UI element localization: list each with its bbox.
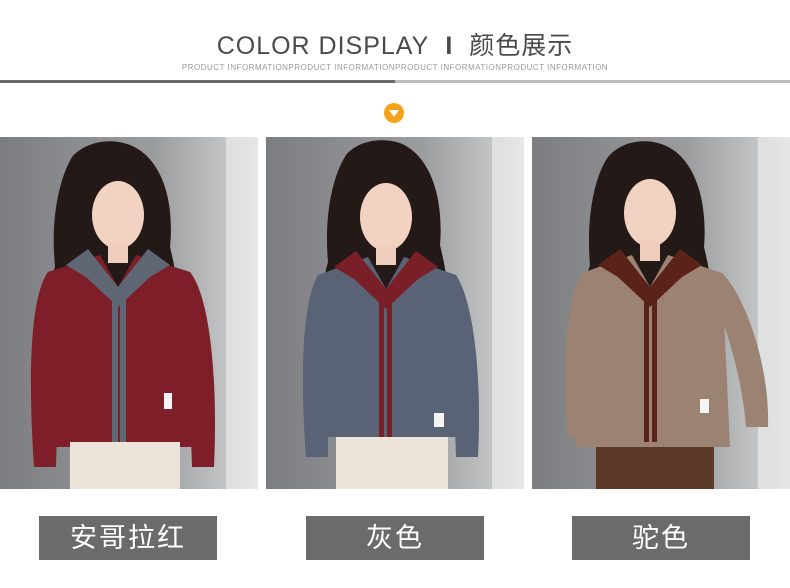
section-subtitle: PRODUCT INFORMATIONPRODUCT INFORMATIONPR… — [181, 63, 609, 72]
color-label-gray[interactable]: 灰色 — [306, 516, 484, 560]
divider-light — [395, 80, 790, 83]
title-separator: I — [445, 32, 454, 60]
model-illustration — [30, 137, 258, 489]
section-title: COLOR DISPLAY I 颜色展示 — [0, 26, 790, 62]
product-photo-red[interactable] — [0, 137, 258, 489]
product-photo-gray[interactable] — [266, 137, 524, 489]
section-header: COLOR DISPLAY I 颜色展示 PRODUCT INFORMATIONPR… — [0, 0, 790, 90]
divider-dark — [0, 80, 395, 83]
color-label-red[interactable]: 安哥拉红 — [39, 516, 217, 560]
title-chinese: 颜色展示 — [469, 32, 574, 60]
chevron-down-icon — [384, 103, 404, 123]
color-label-camel[interactable]: 驼色 — [572, 516, 750, 560]
title-english: COLOR DISPLAY — [216, 32, 430, 60]
product-photo-camel[interactable] — [532, 137, 790, 489]
model-illustration — [565, 137, 790, 489]
model-illustration — [302, 137, 524, 489]
